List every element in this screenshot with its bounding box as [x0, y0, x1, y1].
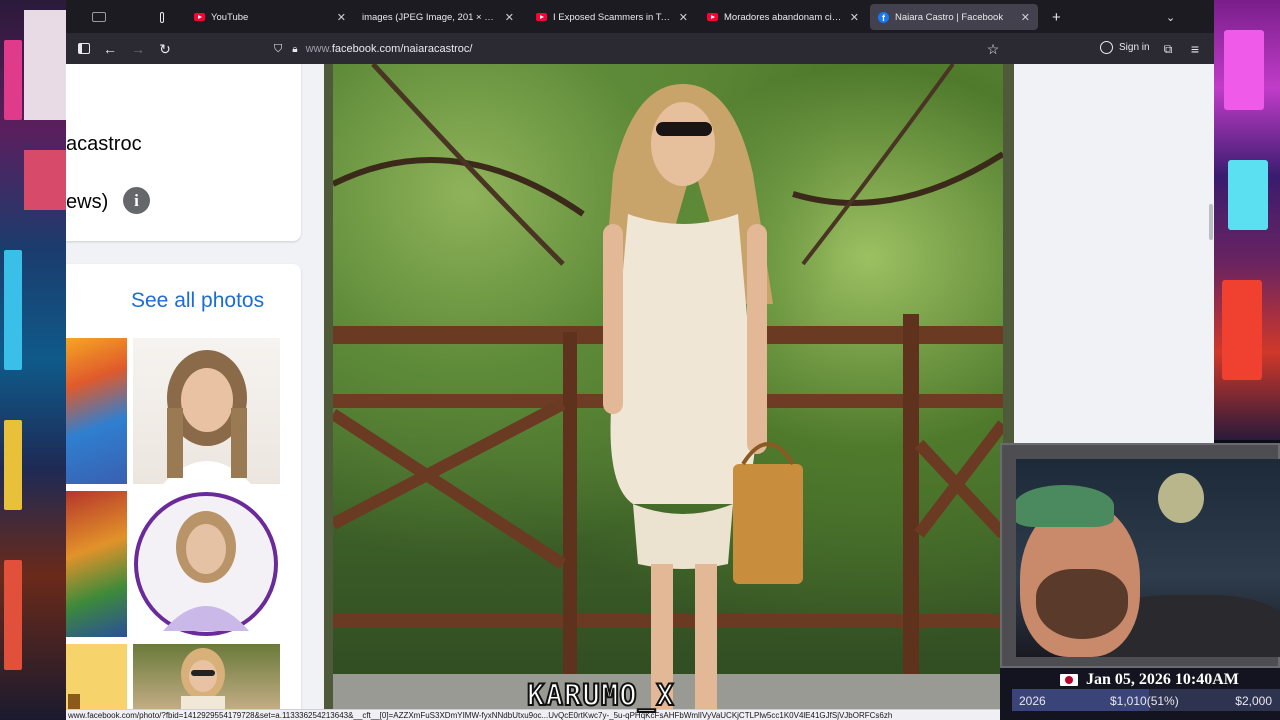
photo-thumbnail[interactable]	[66, 491, 127, 637]
photos-card	[66, 264, 301, 709]
portrait-photo	[134, 492, 278, 636]
new-tab-button[interactable]: +	[1044, 4, 1066, 30]
tab-label: images (JPEG Image, 201 × 251 pixels)	[362, 11, 499, 23]
goal-amount: $1,010(51%)	[1110, 694, 1179, 708]
neon-light	[1222, 280, 1262, 380]
goal-target: $2,000	[1235, 694, 1272, 708]
tab-bar: YouTube ✕ images (JPEG Image, 201 × 251 …	[66, 0, 1214, 33]
photo-thumbnail[interactable]	[133, 644, 280, 709]
photo-viewer	[324, 64, 1014, 709]
url-path: facebook.com/naiaracastroc/	[331, 43, 473, 55]
list-all-tabs-button[interactable]: ⌄	[1158, 4, 1180, 30]
tab-label: I Exposed Scammers in Tokyo! ?	[553, 11, 673, 23]
url-text[interactable]: www.facebook.com/naiaracastroc/	[306, 43, 473, 55]
profile-username: acastroc	[66, 133, 142, 155]
puzzle-icon: ⧉	[1163, 42, 1173, 56]
sign-in-button[interactable]: Sign in	[1100, 41, 1150, 54]
hamburger-icon: ≡	[1190, 41, 1200, 57]
account-icon	[1100, 41, 1113, 54]
lock-icon[interactable]: 🔒︎	[292, 44, 297, 55]
see-all-photos-link[interactable]: See all photos	[131, 289, 264, 313]
tab-overview-icon	[92, 12, 106, 22]
scrollbar-thumb[interactable]	[1209, 204, 1213, 240]
neon-light	[4, 560, 22, 670]
close-tab-icon[interactable]: ✕	[337, 11, 346, 24]
back-arrow-icon: ←	[103, 41, 117, 57]
youtube-icon	[194, 13, 205, 21]
photo-thumbnail[interactable]	[66, 644, 127, 709]
moon-decoration	[1158, 473, 1204, 523]
reviews-text: ews)	[66, 191, 109, 213]
tab-label: Naiara Castro | Facebook	[895, 11, 1004, 23]
neon-light	[4, 420, 22, 510]
tab-scammers-video[interactable]: I Exposed Scammers in Tokyo! ? ✕	[528, 4, 696, 30]
sidebar-icon	[78, 43, 90, 54]
streamer-cap	[1016, 485, 1114, 527]
sidebar-toggle-button[interactable]	[74, 39, 94, 59]
neon-light	[1224, 30, 1264, 110]
datetime-label: Jan 05, 2026 10:40AM	[1086, 671, 1239, 688]
back-button[interactable]: ←	[100, 39, 120, 59]
forward-arrow-icon: →	[131, 41, 145, 57]
info-icon[interactable]: i	[123, 187, 150, 214]
close-tab-icon[interactable]: ✕	[850, 11, 859, 24]
tab-youtube[interactable]: YouTube ✕	[186, 4, 354, 30]
tab-overview-button[interactable]	[84, 4, 124, 30]
sign-in-label: Sign in	[1119, 42, 1150, 53]
url-host: www.	[305, 43, 332, 55]
photo-thumbnail[interactable]	[66, 338, 127, 484]
reload-icon: ↻	[159, 41, 171, 57]
tab-label: YouTube	[211, 11, 249, 23]
photo-thumbnail[interactable]	[133, 491, 280, 637]
neon-sign	[24, 150, 66, 210]
menu-button[interactable]: ≡	[1185, 39, 1205, 59]
navigation-bar: ← → ↻ ⛉ 🔒︎ www.facebook.com/naiaracastro…	[66, 33, 1214, 64]
close-tab-icon[interactable]: ✕	[505, 11, 514, 24]
tab-label: Moradores abandonam cidade e	[724, 11, 844, 23]
facebook-icon: f	[878, 11, 889, 23]
chevron-down-icon: ⌄	[1166, 11, 1176, 24]
main-photo-illustration	[333, 64, 1003, 709]
neon-light	[4, 250, 22, 370]
star-icon: ☆	[986, 41, 1000, 57]
close-tab-icon[interactable]: ✕	[679, 11, 688, 24]
reload-button[interactable]: ↻	[155, 39, 175, 59]
neon-light	[1228, 160, 1268, 230]
extensions-button[interactable]: ⧉	[1158, 39, 1178, 59]
neon-light	[4, 40, 22, 120]
bookmark-button[interactable]: ☆	[983, 39, 1003, 59]
youtube-icon	[536, 13, 547, 21]
goal-year: 2026	[1019, 694, 1046, 708]
tab-collections-button[interactable]	[152, 4, 172, 30]
shield-icon[interactable]: ⛉	[274, 43, 282, 56]
main-photo[interactable]	[333, 64, 1003, 709]
japan-flag-icon	[1060, 674, 1078, 686]
close-tab-icon[interactable]: ✕	[1021, 11, 1030, 24]
plus-icon: +	[1052, 8, 1061, 26]
webcam-feed	[1016, 459, 1280, 657]
channel-watermark: KARUMO_X	[526, 677, 675, 713]
stream-ticker: Jan 05, 2026 10:40AM 2026 $1,010(51%) $2…	[1000, 668, 1280, 720]
tab-moradores-video[interactable]: Moradores abandonam cidade e ✕	[699, 4, 867, 30]
photo-thumbnail[interactable]	[133, 338, 280, 484]
stream-background-right	[1214, 0, 1280, 440]
donation-goal-bar: 2026 $1,010(51%) $2,000	[1012, 689, 1280, 711]
streamer-beard	[1036, 569, 1128, 639]
youtube-icon	[707, 13, 718, 21]
webcam-overlay	[1000, 443, 1280, 668]
collections-icon	[160, 11, 164, 23]
tab-image[interactable]: images (JPEG Image, 201 × 251 pixels) ✕	[354, 4, 522, 30]
neon-sign	[24, 10, 66, 120]
address-bar[interactable]: ⛉ 🔒︎ www.facebook.com/naiaracastroc/	[266, 37, 1006, 61]
forward-button[interactable]: →	[128, 39, 148, 59]
portrait-photo	[163, 350, 251, 484]
portrait-photo	[181, 648, 225, 709]
stream-background-left	[0, 0, 66, 720]
tab-facebook[interactable]: f Naiara Castro | Facebook ✕	[870, 4, 1038, 30]
